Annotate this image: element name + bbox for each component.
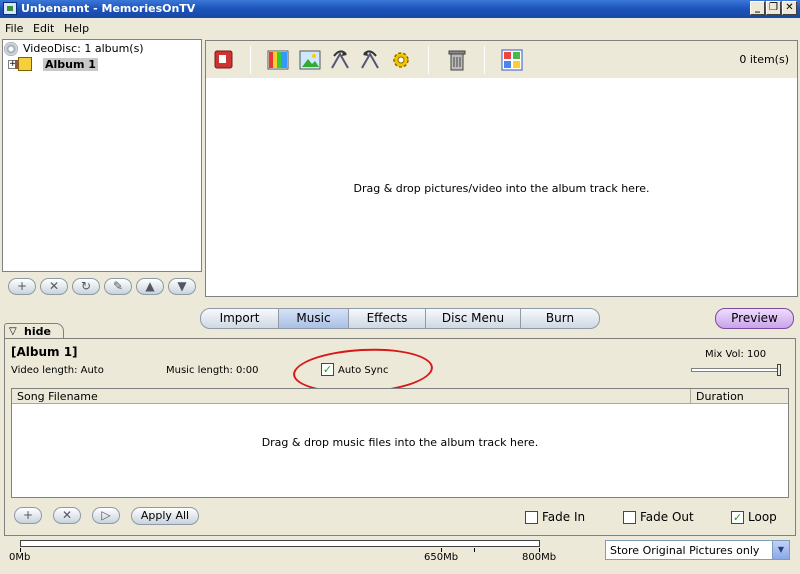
album-toolbar: 0 item(s) (206, 41, 797, 78)
disc-icon (4, 42, 18, 56)
add-song-button[interactable]: + (14, 507, 42, 524)
move-down-button[interactable]: ▼ (168, 278, 196, 295)
music-length: Music length: 0:00 (166, 365, 259, 376)
music-album-title: [Album 1] (11, 345, 78, 359)
store-option-select[interactable]: Store Original Pictures only ▼ (605, 540, 790, 560)
trash-icon[interactable] (445, 48, 469, 72)
rotate-right-icon[interactable] (358, 48, 382, 72)
disc-label-800mb: 800Mb (522, 552, 557, 563)
tree-album-item[interactable]: Album 1 (43, 58, 98, 71)
add-album-button[interactable]: + (8, 278, 36, 295)
mix-volume-slider[interactable] (691, 368, 781, 372)
delete-album-button[interactable]: ✕ (40, 278, 68, 295)
tab-effects[interactable]: Effects (349, 309, 426, 328)
song-table[interactable]: Song Filename Duration Drag & drop music… (11, 388, 789, 498)
column-song-filename[interactable]: Song Filename (17, 390, 98, 403)
fade-in-label[interactable]: Fade In (542, 510, 585, 524)
tab-music[interactable]: Music (279, 309, 349, 328)
tree-root-label[interactable]: VideoDisc: 1 album(s) (23, 42, 144, 55)
tab-import[interactable]: Import (201, 309, 279, 328)
video-length: Video length: Auto (11, 365, 104, 376)
store-option-value: Store Original Pictures only (610, 544, 760, 557)
menu-bar: File Edit Help (0, 19, 800, 38)
fade-out-checkbox[interactable] (623, 511, 636, 524)
apply-all-button[interactable]: Apply All (131, 507, 199, 525)
song-table-header: Song Filename Duration (12, 389, 788, 404)
tab-burn[interactable]: Burn (521, 309, 599, 328)
tick-700mb (474, 548, 475, 552)
menu-help[interactable]: Help (64, 22, 89, 35)
title-bar[interactable]: Unbenannt - MemoriesOnTV _ ❐ ✕ (0, 0, 800, 18)
window-title: Unbenannt - MemoriesOnTV (21, 2, 196, 15)
album-track-panel[interactable]: 0 item(s) Drag & drop pictures/video int… (205, 40, 798, 297)
rotate-left-icon[interactable] (328, 48, 352, 72)
disc-capacity-bar (20, 540, 540, 547)
thumbnail-grid-icon[interactable] (500, 48, 524, 72)
menu-file[interactable]: File (5, 22, 23, 35)
album-properties-icon[interactable] (212, 48, 236, 72)
picture-icon[interactable] (298, 48, 322, 72)
refresh-button[interactable]: ↻ (72, 278, 100, 295)
mix-volume-thumb[interactable] (777, 364, 781, 376)
disc-label-650mb: 650Mb (424, 552, 459, 563)
hide-label: hide (24, 325, 51, 338)
album-drop-hint: Drag & drop pictures/video into the albu… (353, 182, 650, 195)
disc-label-0mb: 0Mb (9, 552, 31, 563)
loop-checkbox[interactable]: ✓ (731, 511, 744, 524)
loop-label[interactable]: Loop (748, 510, 777, 524)
color-adjust-icon[interactable] (266, 48, 290, 72)
item-count: 0 item(s) (739, 53, 789, 66)
preview-button[interactable]: Preview (715, 308, 794, 329)
rename-pencil-button[interactable]: ✎ (104, 278, 132, 295)
dropdown-arrow-icon[interactable]: ▼ (772, 541, 789, 559)
album-tree[interactable]: VideoDisc: 1 album(s) + Album 1 (2, 39, 202, 272)
close-button[interactable]: ✕ (782, 1, 797, 15)
app-icon (3, 2, 17, 15)
fade-out-label[interactable]: Fade Out (640, 510, 694, 524)
album-icon (15, 57, 32, 71)
maximize-button[interactable]: ❐ (766, 1, 781, 15)
tab-disc-menu[interactable]: Disc Menu (426, 309, 521, 328)
move-up-button[interactable]: ▲ (136, 278, 164, 295)
fade-in-checkbox[interactable] (525, 511, 538, 524)
mix-volume-label: Mix Vol: 100 (705, 349, 767, 360)
hide-panel-tab[interactable]: ▽ hide (4, 323, 64, 339)
remove-song-button[interactable]: ✕ (53, 507, 81, 524)
music-drop-hint: Drag & drop music files into the album t… (261, 436, 539, 449)
music-panel: [Album 1] Video length: Auto Music lengt… (4, 338, 796, 536)
column-duration[interactable]: Duration (690, 389, 788, 404)
minimize-button[interactable]: _ (750, 1, 765, 15)
main-tabs: Import Music Effects Disc Menu Burn (200, 308, 600, 329)
settings-gear-icon[interactable] (389, 48, 413, 72)
collapse-triangle-icon: ▽ (9, 326, 17, 337)
play-song-button[interactable]: ▷ (92, 507, 120, 524)
menu-edit[interactable]: Edit (33, 22, 54, 35)
